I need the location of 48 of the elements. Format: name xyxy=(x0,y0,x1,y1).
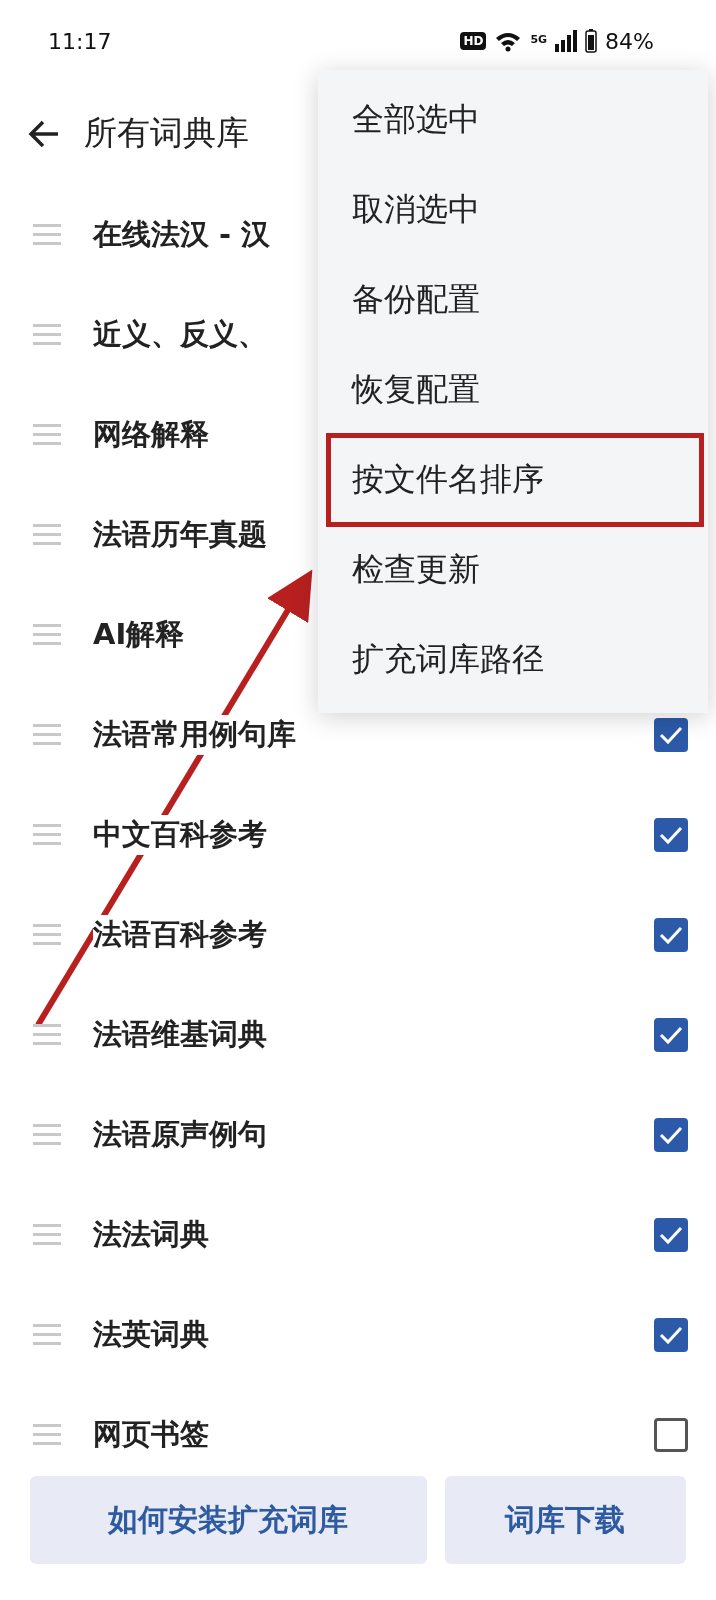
check-icon xyxy=(659,1025,683,1045)
menu-item[interactable]: 检查更新 xyxy=(318,525,708,615)
network-label: 5G xyxy=(530,32,548,46)
check-icon xyxy=(659,1225,683,1245)
checkbox[interactable] xyxy=(654,1118,688,1152)
back-arrow-icon[interactable] xyxy=(28,119,60,148)
drag-handle-icon[interactable] xyxy=(33,524,61,546)
wifi-icon xyxy=(494,30,523,52)
checkbox[interactable] xyxy=(654,1418,688,1452)
checkbox[interactable] xyxy=(654,1218,688,1252)
drag-handle-icon[interactable] xyxy=(33,1124,61,1146)
menu-item[interactable]: 取消选中 xyxy=(318,165,708,255)
menu-item[interactable]: 备份配置 xyxy=(318,255,708,345)
drag-handle-icon[interactable] xyxy=(33,824,61,846)
check-icon xyxy=(659,1125,683,1145)
drag-handle-icon[interactable] xyxy=(33,624,61,646)
drag-handle-icon[interactable] xyxy=(33,224,61,246)
dictionary-name: 中文百科参考 xyxy=(93,815,267,855)
drag-handle-icon[interactable] xyxy=(33,1224,61,1246)
battery-level: 84% xyxy=(605,28,654,54)
menu-item[interactable]: 恢复配置 xyxy=(318,345,708,435)
download-button[interactable]: 词库下载 xyxy=(444,1476,686,1564)
checkbox[interactable] xyxy=(654,818,688,852)
drag-handle-icon[interactable] xyxy=(33,1324,61,1346)
drag-handle-icon[interactable] xyxy=(33,424,61,446)
checkbox[interactable] xyxy=(654,1018,688,1052)
drag-handle-icon[interactable] xyxy=(33,924,61,946)
check-icon xyxy=(659,1325,683,1345)
drag-handle-icon[interactable] xyxy=(33,324,61,346)
status-time: 11:17 xyxy=(48,28,112,54)
install-guide-button[interactable]: 如何安装扩充词库 xyxy=(30,1476,427,1564)
menu-item[interactable]: 按文件名排序 xyxy=(328,435,702,525)
signal-icon xyxy=(555,30,578,52)
hd-badge: HD xyxy=(460,32,487,50)
battery-icon xyxy=(585,29,598,53)
drag-handle-icon[interactable] xyxy=(33,1424,61,1446)
dictionary-name: 法语常用例句库 xyxy=(93,715,296,755)
checkbox[interactable] xyxy=(654,718,688,752)
drag-handle-icon[interactable] xyxy=(33,724,61,746)
menu-item[interactable]: 全部选中 xyxy=(318,75,708,165)
check-icon xyxy=(659,725,683,745)
checkbox[interactable] xyxy=(654,918,688,952)
checkbox[interactable] xyxy=(654,1318,688,1352)
menu-item[interactable]: 扩充词库路径 xyxy=(318,615,708,705)
check-icon xyxy=(659,825,683,845)
page-title: 所有词典库 xyxy=(84,112,249,154)
check-icon xyxy=(659,925,683,945)
drag-handle-icon[interactable] xyxy=(33,1024,61,1046)
